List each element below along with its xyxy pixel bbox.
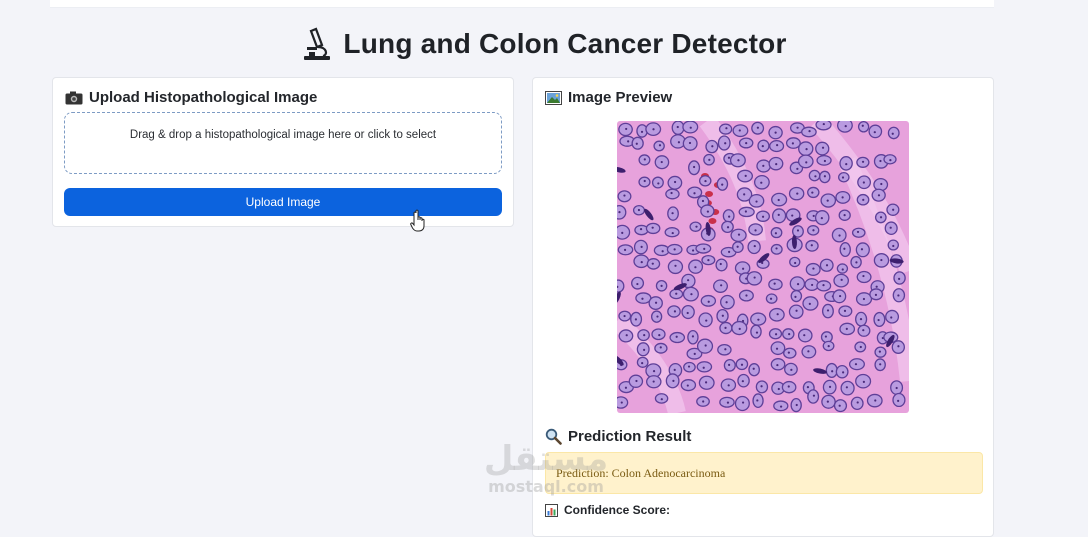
top-strip bbox=[50, 0, 994, 8]
microscope-icon bbox=[304, 27, 331, 60]
preview-card-title: Image Preview bbox=[568, 89, 673, 106]
page-header: Lung and Colon Cancer Detector bbox=[0, 24, 1088, 64]
picture-icon bbox=[545, 90, 562, 105]
magnifier-icon bbox=[545, 428, 562, 445]
hand-cursor-icon bbox=[410, 209, 425, 232]
confidence-label: Confidence Score: bbox=[564, 503, 671, 517]
upload-card-title: Upload Histopathological Image bbox=[89, 89, 318, 106]
dropzone[interactable]: Drag & drop a histopathological image he… bbox=[64, 112, 502, 174]
histopathology-image bbox=[617, 121, 909, 413]
camera-icon bbox=[65, 91, 83, 104]
upload-card-header: Upload Histopathological Image bbox=[65, 89, 317, 106]
preview-card-header: Image Preview bbox=[545, 89, 672, 106]
upload-image-button[interactable]: Upload Image bbox=[64, 188, 502, 216]
confidence-header: Confidence Score: bbox=[545, 503, 670, 517]
page-title: Lung and Colon Cancer Detector bbox=[343, 28, 787, 59]
prediction-result-box: Prediction: Colon Adenocarcinoma bbox=[545, 452, 983, 494]
dropzone-text: Drag & drop a histopathological image he… bbox=[129, 129, 437, 141]
prediction-title: Prediction Result bbox=[568, 428, 692, 445]
upload-card: Upload Histopathological Image Drag & dr… bbox=[52, 77, 514, 227]
tissue-image-svg bbox=[617, 121, 909, 413]
bar-chart-icon bbox=[545, 503, 558, 517]
prediction-text: Prediction: Colon Adenocarcinoma bbox=[556, 465, 726, 480]
preview-card: Image Preview Prediction Result Predicti… bbox=[532, 77, 994, 537]
prediction-header: Prediction Result bbox=[545, 428, 691, 445]
